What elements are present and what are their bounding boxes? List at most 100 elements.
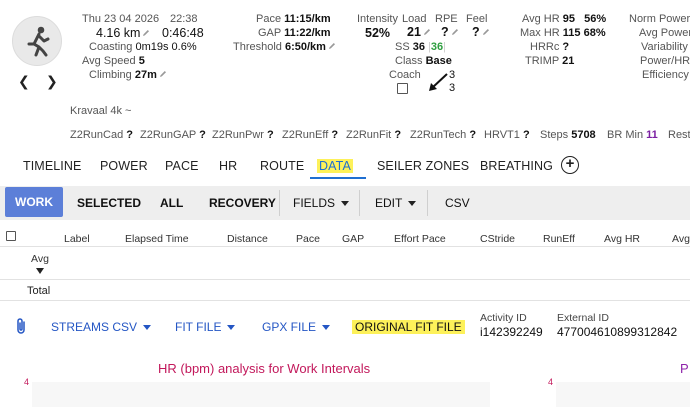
edit-pencil-icon[interactable] (482, 28, 490, 36)
dropdown-caret-icon (322, 325, 331, 331)
edit-pencil-icon[interactable] (159, 70, 167, 78)
feel-value[interactable]: ? (472, 25, 490, 39)
column-label[interactable]: Label (64, 233, 90, 245)
attachment-icon (17, 318, 25, 334)
avg-power-row: Avg Power 5 (639, 27, 690, 39)
custom-field-z2runfit[interactable]: Z2RunFit ? (346, 129, 401, 141)
dropdown-caret-icon (143, 325, 152, 331)
select-all-checkbox[interactable] (6, 231, 16, 241)
feel-label: Feel (466, 13, 488, 25)
fields-menu-button[interactable]: FIELDS (293, 196, 350, 210)
column-cstride[interactable]: CStride (480, 233, 515, 245)
tab-hr[interactable]: HR (219, 159, 237, 173)
distance-value[interactable]: 4.16 km (96, 26, 150, 40)
power-hr-row: Power/HR 0 (640, 55, 690, 67)
tab-route[interactable]: ROUTE (260, 159, 304, 173)
edit-pencil-icon[interactable] (423, 28, 431, 36)
original-fit-file-download[interactable]: ORIGINAL FIT FILE (352, 320, 465, 334)
next-activity-button[interactable]: ❯ (46, 73, 58, 90)
tab-data[interactable]: DATA (317, 159, 353, 173)
external-id-value: 477004610899312842 (557, 325, 678, 339)
chart-y-tick: 4 (24, 377, 30, 387)
edit-pencil-icon[interactable] (142, 29, 150, 37)
selected-filter-button[interactable]: SELECTED (77, 196, 141, 210)
gap-row: GAP 11:22/km (258, 27, 331, 39)
activity-name[interactable]: Kravaal 4k ~ (70, 105, 131, 117)
class-row: Class Base (395, 55, 452, 67)
table-bottom-divider (0, 300, 690, 301)
tab-power[interactable]: POWER (100, 159, 148, 173)
norm-power-row: Norm Power 5 (629, 13, 690, 25)
sorted-column-header[interactable]: Avg (31, 253, 49, 265)
avg-speed-row: Avg Speed 5 (82, 55, 145, 67)
column-effort-pace[interactable]: Effort Pace (394, 233, 446, 245)
column-gap[interactable]: GAP (342, 233, 364, 245)
activity-id-label: Activity ID (480, 312, 527, 324)
custom-field-z2runeff[interactable]: Z2RunEff ? (282, 129, 338, 141)
sort-desc-icon[interactable] (35, 267, 45, 275)
load-label: Load (402, 13, 427, 25)
active-tab-indicator (310, 177, 366, 179)
second-chart-area (556, 382, 690, 407)
tab-timeline[interactable]: TIMELINE (23, 159, 81, 173)
custom-field-resting[interactable]: Resti (668, 129, 690, 141)
prev-activity-button[interactable]: ❮ (18, 73, 30, 90)
trimp-row: TRIMP 21 (525, 55, 575, 67)
column-distance[interactable]: Distance (227, 233, 268, 245)
coach-count-2: 3 (449, 82, 456, 94)
coach-count-1: 3 (449, 69, 456, 81)
hrrc-row: HRRc ? (530, 41, 570, 53)
column-elapsed-time[interactable]: Elapsed Time (125, 233, 189, 245)
max-hr-row: Max HR 115 68% (520, 27, 606, 39)
add-tab-button[interactable]: + (561, 156, 579, 174)
header-divider (0, 279, 690, 280)
column-avg-hr[interactable]: Avg HR (604, 233, 640, 245)
intensity-value: 52% (365, 26, 391, 40)
header-divider (0, 246, 690, 247)
column-runeff[interactable]: RunEff (543, 233, 575, 245)
toolbar-divider (279, 190, 280, 216)
edit-menu-button[interactable]: EDIT (375, 196, 417, 210)
gpx-file-download[interactable]: GPX FILE (262, 320, 331, 334)
load-value[interactable]: 21 (407, 25, 431, 39)
column-pace[interactable]: Pace (296, 233, 320, 245)
ss-row: SS 36 |36| (395, 41, 447, 53)
tab-pace[interactable]: PACE (165, 159, 199, 173)
activity-type-avatar (12, 16, 62, 66)
custom-field-steps[interactable]: Steps 5708 (540, 129, 596, 141)
duration-value: 0:46:48 (162, 26, 204, 40)
coach-checkbox[interactable] (397, 83, 408, 94)
threshold-row[interactable]: Threshold 6:50/km (233, 41, 336, 53)
custom-field-br-min[interactable]: BR Min 11 (607, 129, 658, 141)
recovery-filter-button[interactable]: RECOVERY (209, 196, 276, 210)
avg-hr-row: Avg HR 95 56% (522, 13, 607, 25)
pace-row: Pace 11:15/km (256, 13, 331, 25)
tab-seiler-zones[interactable]: SEILER ZONES (377, 159, 469, 173)
efficiency-row: Efficiency 1 (642, 69, 689, 81)
climbing-row[interactable]: Climbing 27m (89, 69, 167, 81)
work-filter-button[interactable]: WORK (5, 187, 63, 217)
activity-id-value: i142392249 (480, 325, 543, 339)
fit-file-download[interactable]: FIT FILE (175, 320, 236, 334)
edit-pencil-icon[interactable] (451, 28, 459, 36)
dropdown-caret-icon (341, 201, 350, 207)
total-row-label: Total (27, 285, 51, 297)
rpe-value[interactable]: ? (441, 25, 459, 39)
variability-row: Variability 1 (641, 41, 688, 53)
edit-pencil-icon[interactable] (328, 42, 336, 50)
custom-field-z2runcad[interactable]: Z2RunCad ? (70, 129, 133, 141)
column-avg[interactable]: Avg (672, 233, 690, 245)
tab-breathing[interactable]: BREATHING (480, 159, 553, 173)
rpe-label: RPE (435, 13, 458, 25)
csv-export-button[interactable]: CSV (445, 196, 470, 210)
streams-csv-download[interactable]: STREAMS CSV (51, 320, 152, 334)
toolbar-divider (359, 190, 360, 216)
toolbar-divider (427, 190, 428, 216)
hr-analysis-chart-title: HR (bpm) analysis for Work Intervals (158, 361, 371, 376)
custom-field-z2rungap[interactable]: Z2RunGAP ? (140, 129, 206, 141)
intensity-label: Intensity (357, 13, 398, 25)
custom-field-hrvt1[interactable]: HRVT1 ? (484, 129, 530, 141)
custom-field-z2runtech[interactable]: Z2RunTech ? (410, 129, 476, 141)
custom-field-z2runpwr[interactable]: Z2RunPwr ? (212, 129, 274, 141)
all-filter-button[interactable]: ALL (160, 196, 183, 210)
